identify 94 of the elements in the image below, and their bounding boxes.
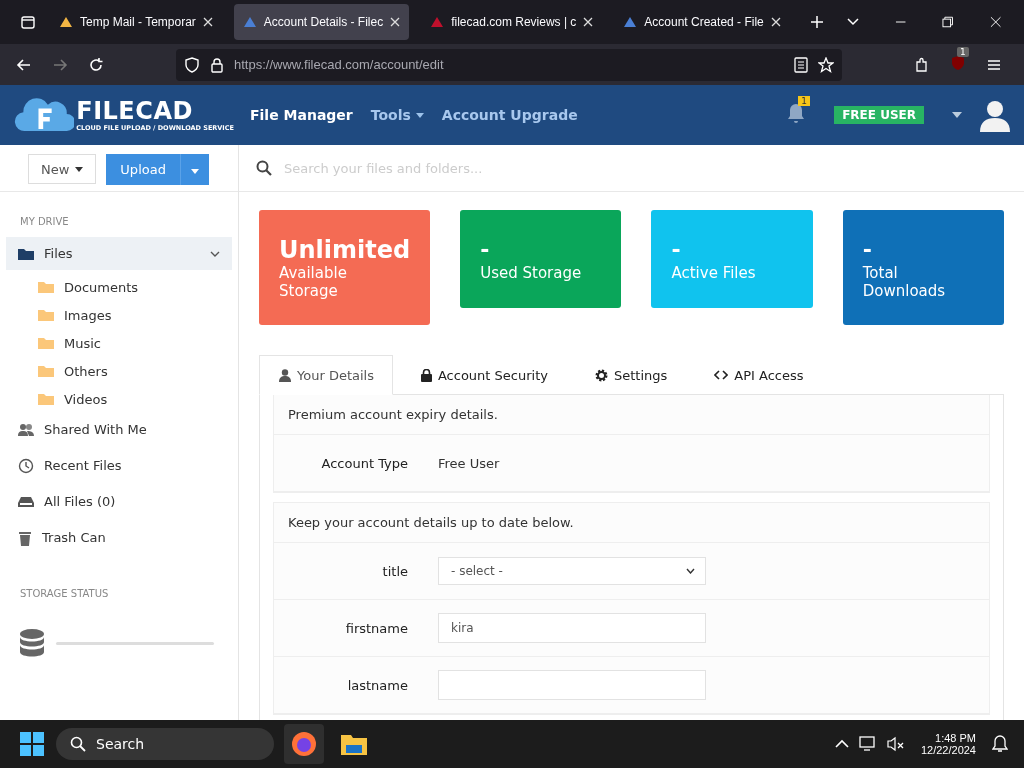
input-field[interactable]: kira bbox=[438, 613, 706, 643]
browser-tab[interactable]: Account Created - File bbox=[614, 4, 790, 40]
clock-date: 12/22/2024 bbox=[920, 744, 976, 756]
users-icon bbox=[18, 422, 34, 437]
tab[interactable]: Account Security bbox=[400, 355, 567, 395]
close-icon[interactable] bbox=[202, 17, 213, 27]
close-icon[interactable] bbox=[770, 17, 781, 27]
chevron-icon[interactable] bbox=[210, 250, 220, 257]
lock-icon bbox=[420, 368, 432, 382]
cloud-logo-icon bbox=[14, 96, 75, 134]
folder-item[interactable]: Videos bbox=[6, 385, 232, 413]
nav-link[interactable]: File Manager bbox=[250, 107, 353, 123]
code-icon bbox=[714, 370, 729, 380]
extensions-icon[interactable] bbox=[914, 56, 930, 73]
tab[interactable]: Your Details bbox=[259, 355, 393, 395]
back-icon[interactable] bbox=[16, 56, 32, 73]
caret-icon bbox=[190, 169, 199, 174]
section-heading: MY DRIVE bbox=[20, 216, 70, 227]
caret-icon bbox=[75, 166, 84, 172]
stat-card: - Total Downloads bbox=[842, 210, 1004, 325]
folder-app-icon[interactable] bbox=[341, 733, 367, 755]
extension-badge: 1 bbox=[957, 46, 969, 57]
folder-icon bbox=[38, 309, 54, 321]
search-icon bbox=[70, 736, 86, 752]
bell-icon[interactable] bbox=[786, 102, 807, 124]
plan-badge: FREE USER bbox=[834, 106, 924, 124]
sidebar-item[interactable]: Trash Can bbox=[6, 521, 232, 554]
muted-speaker-icon[interactable] bbox=[886, 736, 905, 752]
tab[interactable]: API Access bbox=[694, 355, 823, 395]
sidebar-item[interactable]: All Files (0) bbox=[6, 485, 232, 518]
address-bar[interactable]: https://www.filecad.com/account/edit bbox=[176, 48, 842, 81]
close-icon[interactable] bbox=[390, 17, 401, 27]
trash-icon bbox=[18, 529, 32, 546]
folder-item[interactable]: Documents bbox=[6, 273, 232, 301]
folder-icon bbox=[38, 281, 54, 293]
logo-name: FILECAD bbox=[76, 98, 194, 124]
folder-icon bbox=[38, 393, 54, 405]
chevron-up-icon[interactable] bbox=[834, 739, 849, 749]
clock-icon bbox=[18, 457, 34, 474]
close-icon[interactable] bbox=[583, 17, 594, 27]
input-field[interactable] bbox=[438, 670, 706, 700]
section-heading: STORAGE STATUS bbox=[20, 588, 110, 599]
database-icon bbox=[20, 629, 44, 657]
tab-list-icon[interactable] bbox=[20, 14, 36, 30]
browser-tab[interactable]: Account Details - Filec bbox=[233, 4, 410, 40]
notification-badge: 1 bbox=[798, 96, 810, 106]
new-button[interactable]: New bbox=[28, 154, 97, 184]
tab[interactable]: Settings bbox=[574, 355, 687, 395]
settings-icon bbox=[594, 368, 608, 382]
folder-icon bbox=[38, 365, 54, 377]
avatar-icon[interactable] bbox=[978, 98, 1012, 132]
folder-item[interactable]: Images bbox=[6, 301, 232, 329]
field-label: firstname bbox=[344, 620, 409, 636]
user-icon bbox=[279, 368, 291, 382]
title-select[interactable]: - select - bbox=[438, 557, 706, 585]
sidebar-item[interactable]: Files bbox=[6, 237, 232, 270]
taskbar-search[interactable]: Search bbox=[56, 728, 274, 760]
reader-view-icon[interactable] bbox=[794, 56, 808, 73]
field-label: Account Type bbox=[320, 455, 409, 471]
sidebar-item[interactable]: Recent Files bbox=[6, 449, 232, 482]
folder-item[interactable]: Others bbox=[6, 357, 232, 385]
field-label: title bbox=[381, 563, 409, 579]
folder-item[interactable]: Music bbox=[6, 329, 232, 357]
stat-card: - Used Storage bbox=[460, 210, 622, 308]
nav-link[interactable]: Account Upgrade bbox=[441, 107, 578, 123]
field-label: lastname bbox=[346, 677, 409, 693]
panel-heading: Premium account expiry details. bbox=[274, 395, 989, 435]
nav-link[interactable]: Tools bbox=[370, 107, 424, 123]
forward-icon[interactable] bbox=[52, 56, 68, 73]
shield-icon bbox=[184, 56, 200, 73]
caret-icon[interactable] bbox=[952, 112, 962, 118]
search-icon bbox=[256, 160, 272, 176]
panel-heading: Keep your account details up to date below. bbox=[274, 503, 989, 543]
star-icon[interactable] bbox=[818, 56, 834, 73]
sidebar-item[interactable]: Shared With Me bbox=[6, 413, 232, 446]
restore-icon[interactable] bbox=[942, 16, 954, 28]
clock-time: 1:48 PM bbox=[935, 732, 976, 744]
folder-icon bbox=[38, 337, 54, 349]
browser-app-icon[interactable] bbox=[291, 731, 317, 757]
stat-card: - Active Files bbox=[651, 210, 813, 308]
browser-tab[interactable]: filecad.com Reviews | c bbox=[421, 4, 603, 40]
reload-icon[interactable] bbox=[88, 56, 104, 73]
start-icon[interactable] bbox=[20, 732, 44, 756]
stat-card: Unlimited Available Storage bbox=[259, 210, 431, 325]
drive-icon bbox=[18, 495, 34, 508]
browser-tab[interactable]: Temp Mail - Temporar bbox=[50, 4, 222, 40]
new-tab-icon[interactable] bbox=[809, 15, 824, 29]
field-value: Free User bbox=[438, 455, 500, 471]
folder-icon bbox=[18, 246, 34, 261]
lock-icon bbox=[210, 56, 224, 73]
network-icon[interactable] bbox=[858, 736, 877, 752]
chevron-icon bbox=[686, 568, 695, 574]
shield-icon[interactable] bbox=[950, 54, 966, 71]
notification-icon[interactable] bbox=[992, 735, 1008, 753]
